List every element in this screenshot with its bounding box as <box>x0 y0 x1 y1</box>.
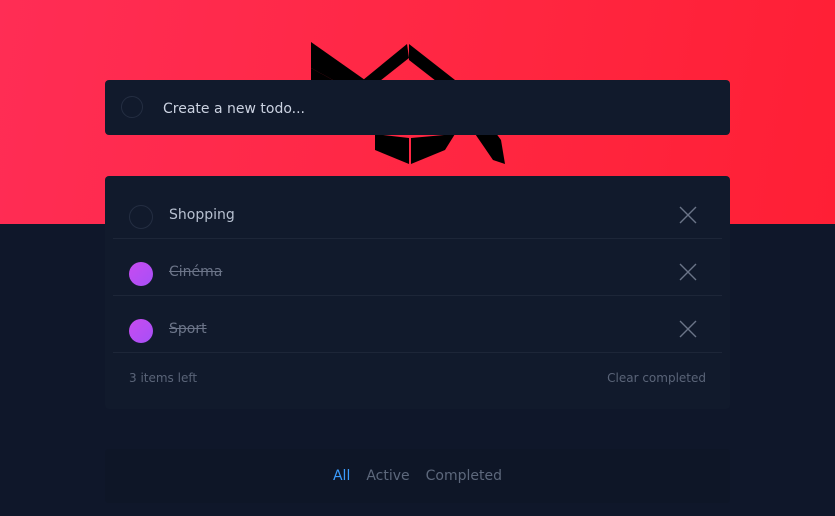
clear-completed-button[interactable]: Clear completed <box>607 371 706 385</box>
todo-item-sport: Sport <box>113 296 722 353</box>
todo-label[interactable]: Shopping <box>169 207 235 223</box>
todo-checkbox[interactable] <box>129 205 153 229</box>
todo-checkbox-checked[interactable] <box>129 319 153 343</box>
todo-item-cinema: Cinéma <box>113 239 722 296</box>
new-todo-circle-icon[interactable] <box>121 96 143 118</box>
filter-active[interactable]: Active <box>366 468 409 484</box>
close-icon[interactable] <box>679 206 697 224</box>
new-todo-bar <box>105 80 730 137</box>
new-todo-input[interactable] <box>161 80 715 137</box>
todo-label[interactable]: Sport <box>169 321 207 337</box>
todo-label[interactable]: Cinéma <box>169 264 222 280</box>
todo-list: Shopping Cinéma Sport 3 items left Clear… <box>105 176 730 409</box>
close-icon[interactable] <box>679 320 697 338</box>
filter-completed[interactable]: Completed <box>426 468 502 484</box>
filter-all[interactable]: All <box>333 468 350 484</box>
filter-bar: All Active Completed <box>105 449 730 503</box>
items-left-count: 3 items left <box>129 371 198 385</box>
todo-checkbox-checked[interactable] <box>129 262 153 286</box>
todo-app: Shopping Cinéma Sport 3 items left Clear… <box>0 0 835 516</box>
close-icon[interactable] <box>679 263 697 281</box>
todo-item-shopping: Shopping <box>113 182 722 239</box>
